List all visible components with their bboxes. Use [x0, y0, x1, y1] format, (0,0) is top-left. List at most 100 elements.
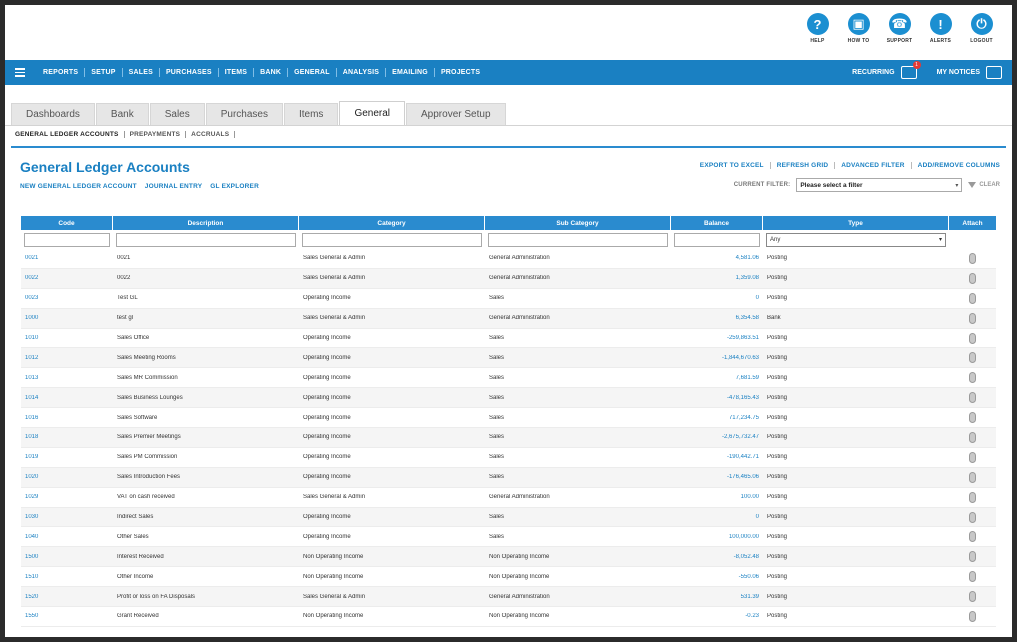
- account-code[interactable]: 1000: [21, 315, 113, 321]
- table-row[interactable]: 0023 Test GL Operating Income Sales 0 Posting: [21, 289, 996, 309]
- table-row[interactable]: 1500 Interest Received Non Operating Incom…: [21, 547, 996, 568]
- nav-item-projects[interactable]: PROJECTS: [435, 68, 486, 77]
- paperclip-icon[interactable]: [969, 372, 976, 384]
- table-row[interactable]: 1510 Other Income Non Operating Income Non …: [21, 567, 996, 588]
- paperclip-icon[interactable]: [969, 431, 976, 443]
- filter-input-category[interactable]: [302, 232, 482, 247]
- top-icon-support[interactable]: ☎ SUPPORT: [881, 13, 918, 44]
- tab-general[interactable]: General: [339, 101, 406, 125]
- subtab-accruals[interactable]: ACCRUALS: [186, 131, 236, 138]
- table-row[interactable]: 1012 Sales Meeting Rooms Operating Income S…: [21, 348, 996, 369]
- paperclip-icon[interactable]: [969, 571, 976, 583]
- account-code[interactable]: 1020: [21, 474, 113, 480]
- notices-label[interactable]: MY NOTICES: [937, 69, 980, 76]
- link-add-remove-columns[interactable]: ADD/REMOVE COLUMNS: [912, 162, 1000, 169]
- table-row[interactable]: 0022 0022 Sales General & Admin General Adm…: [21, 268, 996, 289]
- column-header-category[interactable]: Category: [299, 216, 485, 230]
- account-code[interactable]: 1510: [21, 574, 113, 580]
- nav-item-analysis[interactable]: ANALYSIS: [337, 68, 387, 77]
- calendar-icon[interactable]: 1: [900, 61, 921, 79]
- nav-item-setup[interactable]: SETUP: [85, 68, 123, 77]
- filter-input-description[interactable]: [116, 232, 296, 247]
- tab-sales[interactable]: Sales: [149, 103, 205, 125]
- notices-icon[interactable]: [986, 66, 1002, 79]
- account-code[interactable]: 1019: [21, 454, 113, 460]
- subtab-general-ledger-accounts[interactable]: GENERAL LEDGER ACCOUNTS: [15, 131, 125, 138]
- account-code[interactable]: 1018: [21, 434, 113, 440]
- account-code[interactable]: 1016: [21, 415, 113, 421]
- column-header-attach[interactable]: Attach: [949, 216, 996, 230]
- nav-item-bank[interactable]: BANK: [254, 68, 289, 77]
- paperclip-icon[interactable]: [969, 412, 976, 424]
- table-row[interactable]: 1040 Other Sales Operating Income Sales 100,…: [21, 527, 996, 548]
- link-refresh-grid[interactable]: REFRESH GRID: [771, 162, 836, 169]
- recurring-label[interactable]: RECURRING: [852, 69, 894, 76]
- table-row[interactable]: 1014 Sales Business Lounges Operating Inco…: [21, 388, 996, 409]
- table-row[interactable]: 1550 Grant Received Non Operating Income No…: [21, 607, 996, 627]
- table-row[interactable]: 1019 Sales PM Commission Operating Income S…: [21, 448, 996, 468]
- table-row[interactable]: 1013 Sales MR Commission Operating Income S…: [21, 368, 996, 389]
- account-code[interactable]: 1040: [21, 534, 113, 540]
- account-code[interactable]: 1029: [21, 494, 113, 500]
- paperclip-icon[interactable]: [969, 491, 976, 503]
- top-icon-help[interactable]: ? HELP: [799, 13, 836, 44]
- filter-input-code[interactable]: [24, 232, 110, 247]
- column-header-balance[interactable]: Balance: [671, 216, 763, 230]
- paperclip-icon[interactable]: [969, 531, 976, 543]
- column-header-code[interactable]: Code: [21, 216, 113, 230]
- type-filter-select[interactable]: Any ▾: [766, 232, 946, 247]
- tab-items[interactable]: Items: [283, 103, 339, 125]
- table-row[interactable]: 1000 test gl Sales General & Admin General …: [21, 308, 996, 329]
- account-code[interactable]: 0021: [21, 255, 113, 261]
- nav-item-sales[interactable]: SALES: [123, 68, 160, 77]
- table-row[interactable]: 1020 Sales Introduction Fees Operating Inc…: [21, 467, 996, 488]
- paperclip-icon[interactable]: [969, 471, 976, 483]
- paperclip-icon[interactable]: [969, 392, 976, 404]
- table-row[interactable]: 1029 VAT on cash received Sales General & …: [21, 488, 996, 508]
- tab-bank[interactable]: Bank: [95, 103, 149, 125]
- link-export-to-excel[interactable]: EXPORT TO EXCEL: [694, 162, 771, 169]
- column-header-sub-category[interactable]: Sub Category: [485, 216, 671, 230]
- table-row[interactable]: 1010 Sales Office Operating Income Sales -25…: [21, 329, 996, 349]
- account-code[interactable]: 1012: [21, 355, 113, 361]
- tab-dashboards[interactable]: Dashboards: [11, 103, 95, 125]
- paperclip-icon[interactable]: [969, 292, 976, 304]
- paperclip-icon[interactable]: [969, 312, 976, 324]
- paperclip-icon[interactable]: [969, 511, 976, 523]
- link-journal-entry[interactable]: JOURNAL ENTRY: [145, 183, 203, 190]
- paperclip-icon[interactable]: [969, 591, 976, 603]
- table-row[interactable]: 1016 Sales Software Operating Income Sales 7…: [21, 408, 996, 429]
- account-code[interactable]: 1500: [21, 554, 113, 560]
- paperclip-icon[interactable]: [969, 332, 976, 344]
- paperclip-icon[interactable]: [969, 272, 976, 284]
- table-row[interactable]: 0021 0021 Sales General & Admin General Adm…: [21, 249, 996, 269]
- paperclip-icon[interactable]: [969, 252, 976, 264]
- table-row[interactable]: 1018 Sales Premier Meetings Operating Inco…: [21, 428, 996, 448]
- filter-select[interactable]: Please select a filter ▾: [796, 178, 963, 192]
- nav-item-emailing[interactable]: EMAILING: [386, 68, 435, 77]
- link-advanced-filter[interactable]: ADVANCED FILTER: [835, 162, 912, 169]
- account-code[interactable]: 1013: [21, 375, 113, 381]
- link-gl-explorer[interactable]: GL EXPLORER: [210, 183, 259, 190]
- account-code[interactable]: 1010: [21, 335, 113, 341]
- filter-input-sub-category[interactable]: [488, 232, 668, 247]
- paperclip-icon[interactable]: [969, 551, 976, 563]
- account-code[interactable]: 1550: [21, 613, 113, 619]
- top-icon-how-to[interactable]: ▣ HOW TO: [840, 13, 877, 44]
- top-icon-logout[interactable]: ⏻ LOGOUT: [963, 13, 1000, 44]
- filter-input-balance[interactable]: [674, 232, 760, 247]
- account-code[interactable]: 1014: [21, 395, 113, 401]
- nav-item-general[interactable]: GENERAL: [288, 68, 337, 77]
- nav-item-reports[interactable]: REPORTS: [37, 68, 86, 77]
- nav-item-purchases[interactable]: PURCHASES: [160, 68, 219, 77]
- subtab-prepayments[interactable]: PREPAYMENTS: [125, 131, 187, 138]
- account-code[interactable]: 0022: [21, 275, 113, 281]
- menu-icon[interactable]: [15, 68, 25, 77]
- column-header-description[interactable]: Description: [113, 216, 299, 230]
- clear-filter-button[interactable]: CLEAR: [968, 182, 1000, 188]
- paperclip-icon[interactable]: [969, 610, 976, 622]
- link-new-general-ledger-account[interactable]: NEW GENERAL LEDGER ACCOUNT: [20, 183, 137, 190]
- nav-item-items[interactable]: ITEMS: [219, 68, 255, 77]
- top-icon-alerts[interactable]: ! ALERTS: [922, 13, 959, 44]
- account-code[interactable]: 1030: [21, 514, 113, 520]
